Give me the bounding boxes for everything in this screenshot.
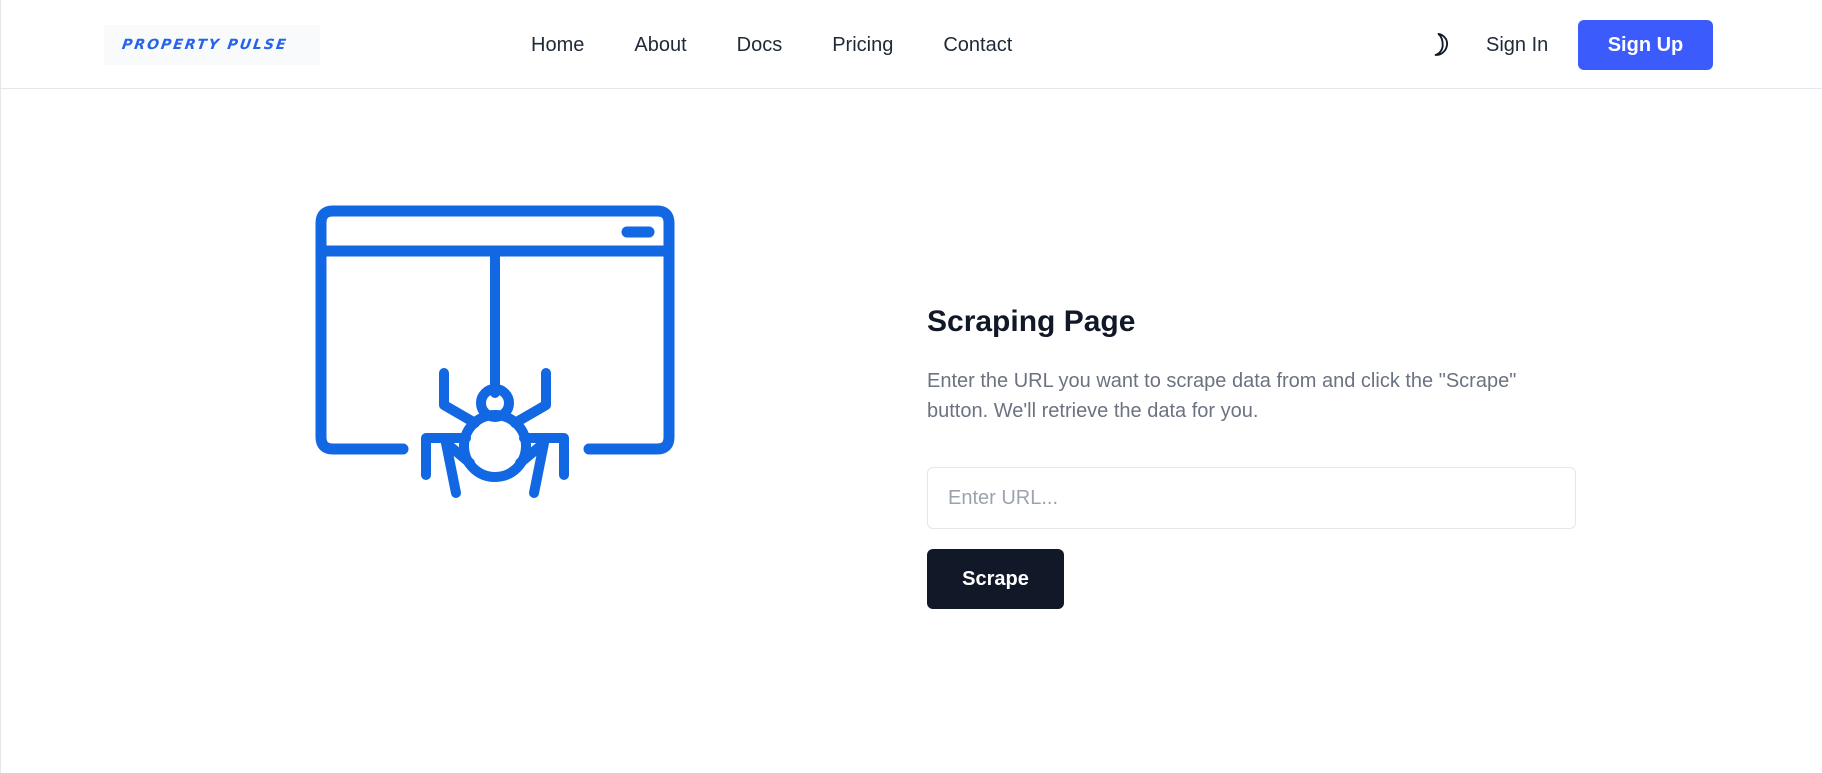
scrape-section: Scraping Page Enter the URL you want to … bbox=[927, 300, 1577, 426]
page-title: Scraping Page bbox=[927, 305, 1136, 338]
nav-link-contact[interactable]: Contact bbox=[943, 30, 1012, 60]
navbar: PROPERTY PULSE Home About Docs Pricing C… bbox=[1, 0, 1822, 89]
nav-link-docs[interactable]: Docs bbox=[737, 30, 783, 60]
nav-link-home[interactable]: Home bbox=[531, 30, 584, 60]
page-description: Enter the URL you want to scrape data fr… bbox=[927, 370, 1517, 422]
sign-in-link[interactable]: Sign In bbox=[1486, 30, 1548, 60]
main-nav: Home About Docs Pricing Contact bbox=[531, 30, 1012, 60]
url-input[interactable] bbox=[927, 467, 1576, 529]
moon-icon bbox=[1434, 32, 1449, 56]
logo-text: PROPERTY PULSE bbox=[120, 37, 289, 53]
scrape-button[interactable]: Scrape bbox=[927, 549, 1064, 609]
theme-toggle-button[interactable] bbox=[1425, 28, 1459, 62]
nav-link-pricing[interactable]: Pricing bbox=[832, 30, 893, 60]
logo[interactable]: PROPERTY PULSE bbox=[104, 25, 320, 65]
page: PROPERTY PULSE Home About Docs Pricing C… bbox=[0, 0, 1822, 773]
spider-web-browser-icon bbox=[313, 203, 677, 503]
nav-link-about[interactable]: About bbox=[634, 30, 686, 60]
sign-up-button[interactable]: Sign Up bbox=[1578, 20, 1713, 70]
